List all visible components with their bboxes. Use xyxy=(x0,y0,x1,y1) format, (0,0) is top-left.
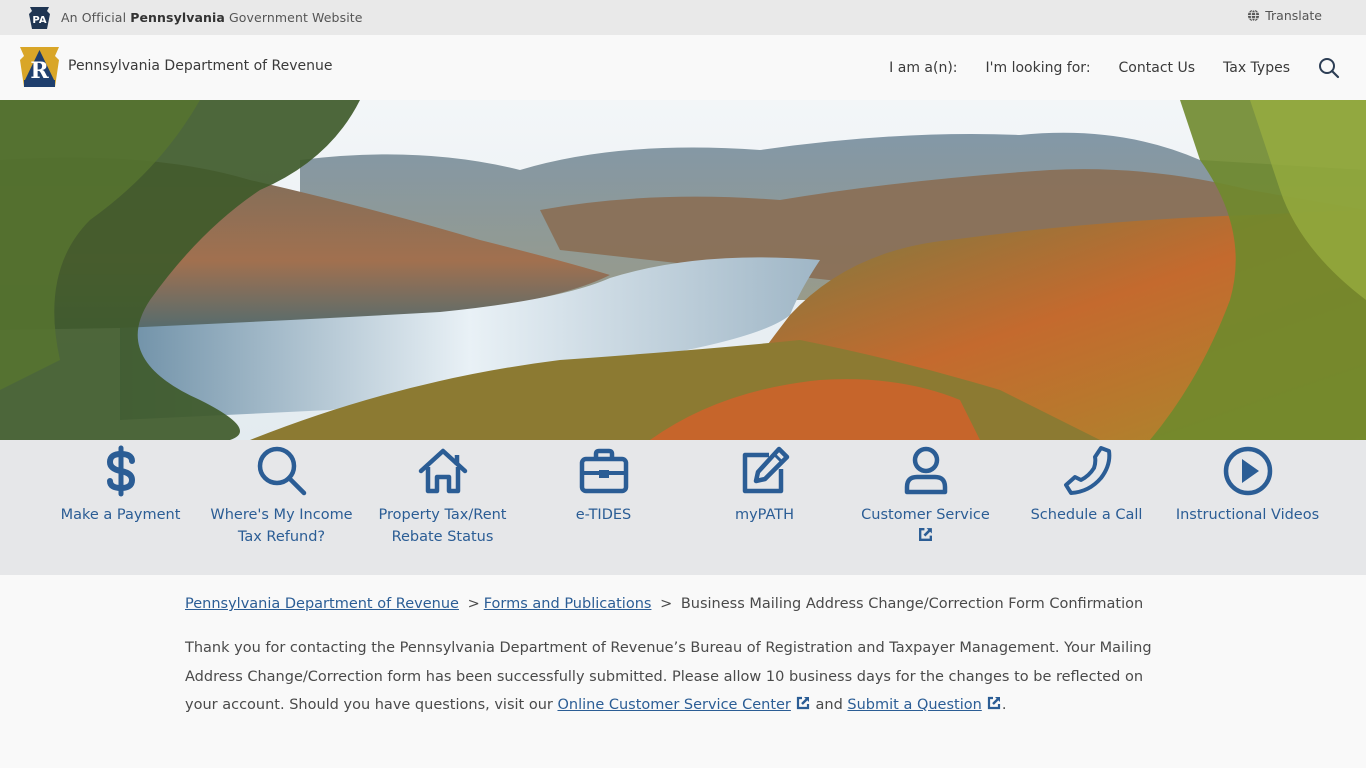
translate-button[interactable]: Translate xyxy=(1247,8,1322,23)
site-header: R Pennsylvania Department of Revenue I a… xyxy=(0,35,1366,100)
breadcrumb-separator: > xyxy=(660,596,673,612)
quick-link-label: Schedule a Call xyxy=(1030,507,1143,523)
official-prefix: An Official xyxy=(61,10,127,25)
dollar-icon xyxy=(106,445,135,497)
quick-links-bar: Make a Payment Where's My Income Tax Ref… xyxy=(0,440,1366,575)
briefcase-icon xyxy=(579,448,628,494)
breadcrumb-current: Business Mailing Address Change/Correcti… xyxy=(680,596,1144,612)
department-name[interactable]: Pennsylvania Department of Revenue xyxy=(68,58,333,74)
breadcrumb-link-revenue[interactable]: Pennsylvania Department of Revenue xyxy=(185,596,459,612)
quick-link-label: Instructional Videos xyxy=(1175,507,1320,523)
nav-contact-us[interactable]: Contact Us xyxy=(1119,60,1195,76)
breadcrumb: Pennsylvania Department of Revenue > Form… xyxy=(185,590,1165,618)
pa-keystone-badge-icon: PA xyxy=(29,7,50,29)
main-content: Pennsylvania Department of Revenue > Form… xyxy=(185,590,1165,720)
online-customer-service-link[interactable]: Online Customer Service Center xyxy=(557,696,810,713)
breadcrumb-link-forms[interactable]: Forms and Publications xyxy=(484,596,652,612)
confirmation-message: Thank you for contacting the Pennsylvani… xyxy=(185,634,1165,720)
official-site-bar: PA An Official Pennsylvania Government W… xyxy=(0,0,1366,35)
nav-tax-types[interactable]: Tax Types xyxy=(1223,60,1290,76)
message-text-3: . xyxy=(1001,697,1007,713)
quick-link-make-payment[interactable]: Make a Payment xyxy=(40,440,201,575)
globe-icon xyxy=(1248,9,1260,22)
hero-landscape-image xyxy=(0,100,1366,440)
quick-link-mypath[interactable]: myPATH xyxy=(684,440,845,575)
translate-label: Translate xyxy=(1265,8,1322,23)
magnifier-icon xyxy=(257,446,306,496)
revenue-keystone-logo[interactable]: R xyxy=(19,46,60,88)
breadcrumb-separator: > xyxy=(467,596,480,612)
phone-icon xyxy=(1063,446,1111,495)
quick-link-refund-status[interactable]: Where's My Income Tax Refund? xyxy=(201,440,362,575)
external-link-icon xyxy=(919,528,932,541)
play-circle-icon xyxy=(1223,446,1272,496)
quick-link-customer-service[interactable]: Customer Service xyxy=(845,440,1006,575)
submit-question-label: Submit a Question xyxy=(847,697,982,713)
online-customer-service-label: Online Customer Service Center xyxy=(557,697,791,713)
external-link-icon xyxy=(987,696,1000,710)
message-text-2: and xyxy=(810,697,848,713)
quick-link-property-tax-rebate[interactable]: Property Tax/Rent Rebate Status xyxy=(362,440,523,575)
main-nav: I am a(n): I'm looking for: Contact Us T… xyxy=(889,35,1366,100)
official-state: Pennsylvania xyxy=(130,10,225,25)
submit-question-link[interactable]: Submit a Question xyxy=(847,696,1001,713)
quick-link-label: Where's My Income Tax Refund? xyxy=(210,507,353,545)
quick-link-label: e-TIDES xyxy=(575,507,632,523)
quick-link-instructional-videos[interactable]: Instructional Videos xyxy=(1167,440,1328,575)
pa-badge-text: PA xyxy=(32,15,46,26)
official-suffix: Government Website xyxy=(229,10,363,25)
quick-link-e-tides[interactable]: e-TIDES xyxy=(523,440,684,575)
house-icon xyxy=(418,448,467,494)
logo-letter: R xyxy=(30,58,49,84)
nav-i-am-a[interactable]: I am a(n): xyxy=(889,60,957,76)
quick-link-label: Customer Service xyxy=(851,504,1001,543)
external-link-icon xyxy=(796,696,810,710)
user-icon xyxy=(904,446,947,495)
quick-link-label: Make a Payment xyxy=(60,507,181,523)
search-icon[interactable] xyxy=(1318,57,1340,79)
nav-looking-for[interactable]: I'm looking for: xyxy=(986,60,1091,76)
quick-link-label: Property Tax/Rent Rebate Status xyxy=(378,507,507,545)
quick-link-label: myPATH xyxy=(734,507,795,523)
customer-service-label: Customer Service xyxy=(861,507,990,523)
official-website-text: An Official Pennsylvania Government Webs… xyxy=(61,10,363,25)
quick-link-schedule-call[interactable]: Schedule a Call xyxy=(1006,440,1167,575)
edit-icon xyxy=(742,446,789,494)
hero-illustration xyxy=(0,100,1366,440)
